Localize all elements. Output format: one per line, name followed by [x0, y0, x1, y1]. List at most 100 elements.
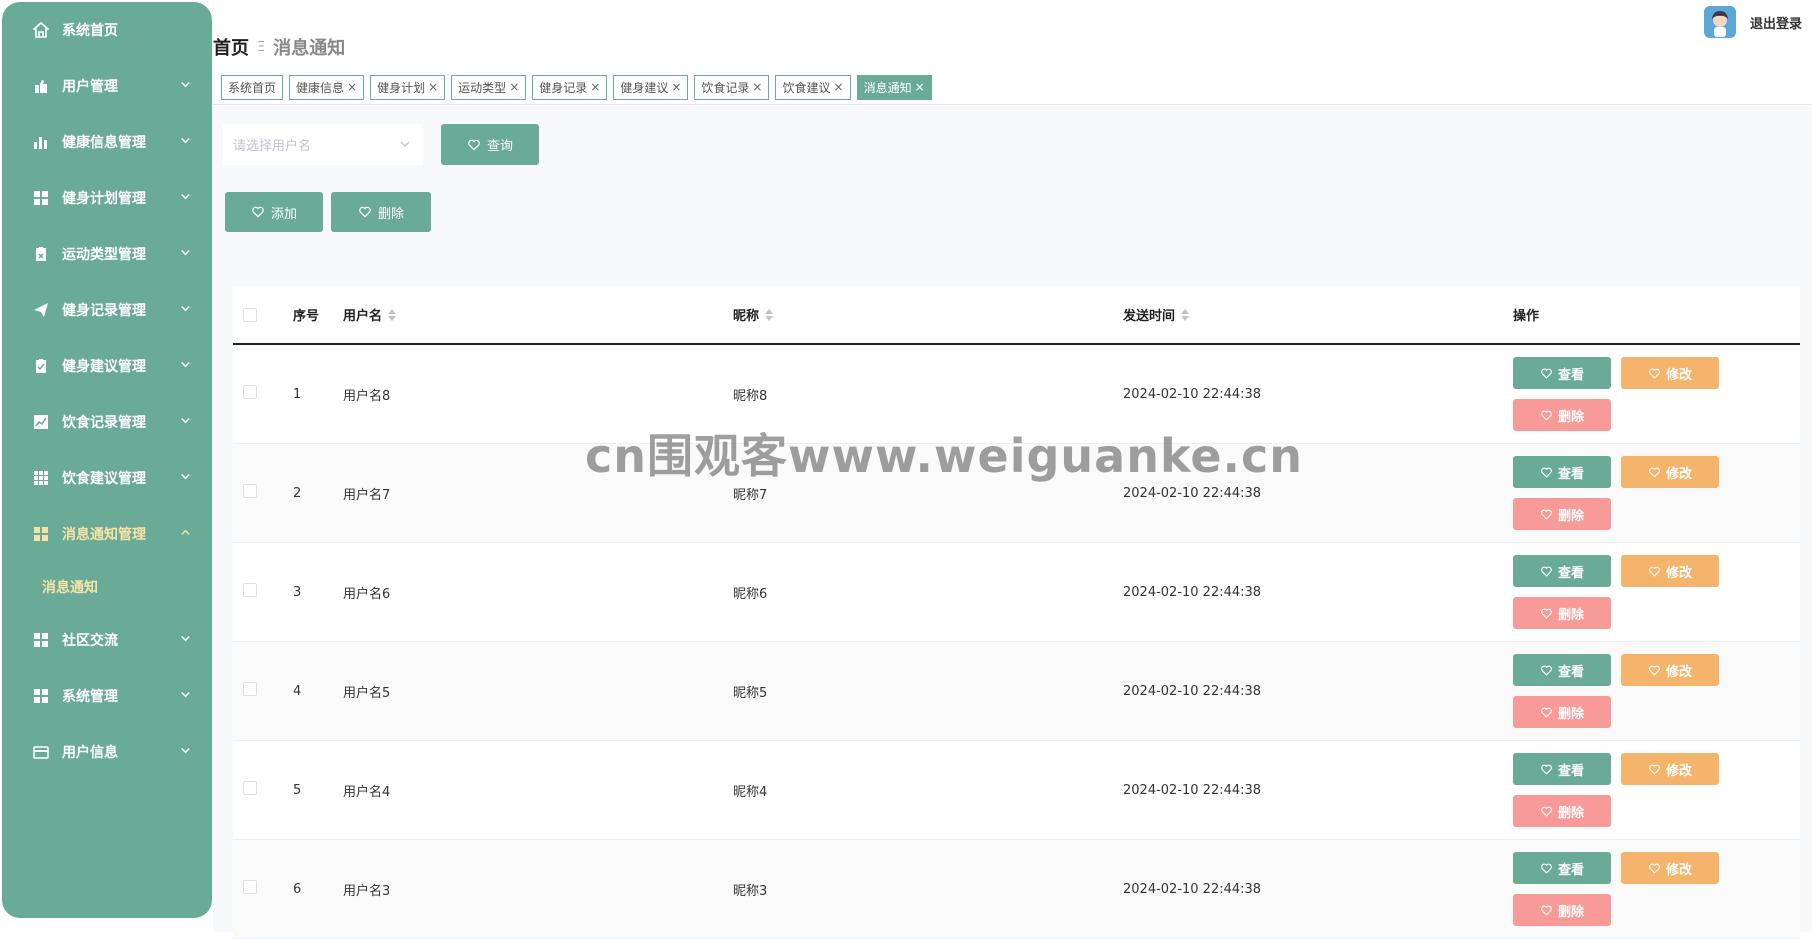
sidebar-item[interactable]: 饮食记录管理 [2, 394, 212, 450]
view-button-label: 查看 [1557, 565, 1584, 581]
row-username: 用户名7 [343, 487, 391, 503]
add-button[interactable]: 添加 [225, 192, 323, 232]
view-button-label: 查看 [1557, 466, 1584, 482]
view-button[interactable]: 查看 [1513, 357, 1611, 389]
tab-item[interactable]: 运动类型 × [451, 74, 527, 100]
edit-button[interactable]: 修改 [1621, 357, 1719, 389]
row-send-time: 2024-02-10 22:44:38 [1123, 584, 1262, 600]
column-nickname[interactable]: 昵称 [733, 305, 759, 324]
tab-item[interactable]: 健康信息 × [289, 74, 365, 100]
sidebar-item[interactable]: 系统首页 [2, 2, 212, 58]
view-button[interactable]: 查看 [1513, 753, 1611, 785]
chevron-down-icon [178, 469, 192, 483]
sort-icon[interactable] [1181, 308, 1190, 321]
tab-item[interactable]: 健身建议 × [613, 74, 689, 100]
edit-button[interactable]: 修改 [1621, 852, 1719, 884]
sort-icon[interactable] [388, 308, 397, 321]
username-select[interactable]: 请选择用户名 [223, 124, 423, 165]
row-checkbox[interactable] [243, 385, 257, 399]
tab-label: 健康信息 [296, 80, 345, 95]
row-checkbox[interactable] [243, 880, 257, 894]
heart-icon [1540, 508, 1558, 521]
close-icon[interactable]: × [671, 80, 681, 94]
card-icon [32, 743, 50, 761]
row-send-time: 2024-02-10 22:44:38 [1123, 782, 1262, 798]
tab-item[interactable]: 饮食记录 × [694, 74, 770, 100]
row-checkbox[interactable] [243, 781, 257, 795]
row-username: 用户名5 [343, 685, 391, 701]
tab-item[interactable]: 饮食建议 × [775, 74, 851, 100]
row-checkbox[interactable] [243, 682, 257, 696]
user-area: 退出登录 [1703, 6, 1802, 38]
table-header: 序号 用户名 昵称 发送时间 操作 [233, 286, 1800, 345]
tab-item[interactable]: 健身记录 × [532, 74, 608, 100]
tab-item[interactable]: 消息通知 × [856, 74, 932, 100]
tab-item[interactable]: 健身计划 × [370, 74, 446, 100]
tab-label: 系统首页 [228, 80, 277, 95]
sidebar-item[interactable]: 健身计划管理 [2, 170, 212, 226]
tab-label: 饮食建议 [782, 80, 831, 95]
edit-button[interactable]: 修改 [1621, 456, 1719, 488]
sidebar-item-label: 用户信息 [62, 745, 118, 761]
table-row: 3 用户名6 昵称6 2024-02-10 22:44:38 查看 修改 删除 [233, 543, 1800, 642]
sidebar-item[interactable]: 饮食建议管理 [2, 450, 212, 506]
submenu-item-notification[interactable]: 消息通知 [2, 562, 212, 612]
row-delete-button[interactable]: 删除 [1513, 399, 1611, 431]
sidebar-item[interactable]: 社区交流 [2, 612, 212, 668]
delete-button[interactable]: 删除 [331, 192, 431, 232]
table-row: 5 用户名4 昵称4 2024-02-10 22:44:38 查看 修改 删除 [233, 741, 1800, 840]
close-icon[interactable]: × [347, 80, 357, 94]
row-delete-button[interactable]: 删除 [1513, 795, 1611, 827]
sidebar-item-label: 运动类型管理 [62, 247, 146, 263]
view-button[interactable]: 查看 [1513, 555, 1611, 587]
heart-icon [1540, 862, 1558, 875]
column-username[interactable]: 用户名 [343, 305, 382, 324]
edit-button[interactable]: 修改 [1621, 753, 1719, 785]
edit-button[interactable]: 修改 [1621, 555, 1719, 587]
view-button[interactable]: 查看 [1513, 456, 1611, 488]
avatar[interactable] [1703, 6, 1736, 38]
column-send-time[interactable]: 发送时间 [1123, 305, 1175, 324]
close-icon[interactable]: × [834, 80, 844, 94]
row-checkbox[interactable] [243, 583, 257, 597]
view-button[interactable]: 查看 [1513, 852, 1611, 884]
close-icon[interactable]: × [752, 80, 762, 94]
line-chart-icon [32, 413, 50, 431]
row-delete-button[interactable]: 删除 [1513, 696, 1611, 728]
sidebar-item[interactable]: 运动类型管理 [2, 226, 212, 282]
sidebar-item[interactable]: 用户管理 [2, 58, 212, 114]
sidebar-item[interactable]: 健身建议管理 [2, 338, 212, 394]
row-nickname: 昵称7 [733, 487, 768, 503]
tab-label: 饮食记录 [701, 80, 750, 95]
edit-button[interactable]: 修改 [1621, 654, 1719, 686]
query-button[interactable]: 查询 [441, 124, 539, 165]
row-checkbox[interactable] [243, 484, 257, 498]
sidebar-item[interactable]: 消息通知管理 [2, 506, 212, 562]
row-delete-button[interactable]: 删除 [1513, 597, 1611, 629]
heart-icon [251, 205, 271, 219]
close-icon[interactable]: × [509, 80, 519, 94]
sidebar-item[interactable]: 系统管理 [2, 668, 212, 724]
sidebar: 系统首页 用户管理 健康信息管理 健身计划管理 运动类型管理 健身记录管理 健身建议管理 饮食… [2, 2, 212, 918]
row-delete-button[interactable]: 删除 [1513, 498, 1611, 530]
sidebar-item-label: 饮食记录管理 [62, 415, 146, 431]
row-delete-button[interactable]: 删除 [1513, 894, 1611, 926]
sort-icon[interactable] [765, 308, 774, 321]
view-button[interactable]: 查看 [1513, 654, 1611, 686]
sidebar-item-label: 健身建议管理 [62, 359, 146, 375]
close-icon[interactable]: × [428, 80, 438, 94]
close-icon[interactable]: × [915, 80, 925, 94]
row-delete-button-label: 删除 [1557, 904, 1584, 920]
sidebar-item[interactable]: 健康信息管理 [2, 114, 212, 170]
heart-icon [1540, 607, 1558, 620]
select-all-checkbox[interactable] [243, 307, 257, 322]
tab-item[interactable]: 系统首页 [221, 74, 284, 100]
tab-label: 消息通知 [863, 80, 912, 95]
row-delete-button-label: 删除 [1557, 508, 1584, 524]
table-icon [32, 469, 50, 487]
breadcrumb-home[interactable]: 首页 [213, 34, 249, 60]
logout-button[interactable]: 退出登录 [1750, 13, 1802, 32]
sidebar-item[interactable]: 健身记录管理 [2, 282, 212, 338]
close-icon[interactable]: × [590, 80, 600, 94]
sidebar-item[interactable]: 用户信息 [2, 724, 212, 780]
